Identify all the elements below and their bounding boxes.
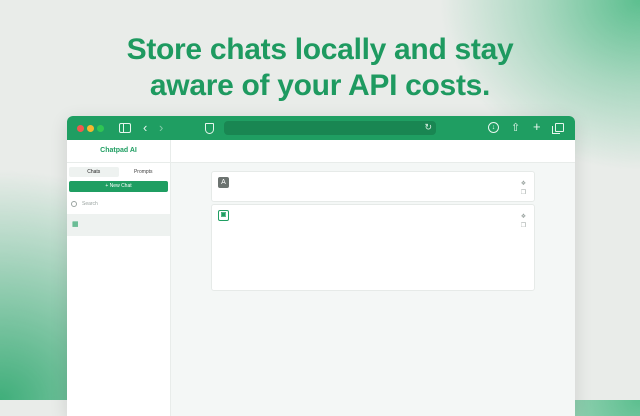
close-window-button[interactable] <box>77 125 84 132</box>
tag-icon[interactable]: ❖ <box>520 213 527 222</box>
new-tab-icon[interactable]: + <box>533 120 541 134</box>
shield-icon[interactable] <box>205 123 214 134</box>
headline-line-2: aware of your API costs. <box>149 69 491 102</box>
share-icon[interactable]: ⇧ <box>511 121 520 135</box>
address-bar[interactable]: ↻ <box>224 121 436 135</box>
plus-icon: + <box>105 183 109 189</box>
app-brand: Chatpad AI <box>67 140 170 163</box>
sidebar: Chatpad AI Chats Prompts + New Chat Sear… <box>67 140 171 416</box>
new-chat-label: New Chat <box>109 183 132 189</box>
copy-icon[interactable]: ❐ <box>520 222 527 231</box>
sidebar-tabs: Chats Prompts <box>69 167 168 177</box>
message-assistant: ▣ ❖ ❐ <box>211 204 535 291</box>
chat-main: A ❖ ❐ ▣ ❖ ❐ <box>171 140 575 416</box>
browser-toolbar: ‹ › ↻ ↓ ⇧ + <box>67 116 575 140</box>
copy-icon[interactable]: ❐ <box>520 189 527 198</box>
search-input[interactable]: Search <box>71 199 166 209</box>
search-icon <box>71 200 77 207</box>
message-actions: ❖ ❐ <box>520 180 527 198</box>
sidebar-icon[interactable] <box>119 123 131 133</box>
chat-list-item[interactable]: ▦ <box>67 214 170 236</box>
headline: Store chats locally and stay aware of yo… <box>0 32 640 104</box>
message-user: A ❖ ❐ <box>211 171 535 202</box>
chat-header <box>171 140 575 163</box>
tab-prompts[interactable]: Prompts <box>119 167 169 177</box>
assistant-logo-icon: ▣ <box>218 210 229 221</box>
tag-icon[interactable]: ❖ <box>520 180 527 189</box>
browser-window: ‹ › ↻ ↓ ⇧ + Chatpad AI Chats Prompts + N… <box>67 116 575 416</box>
minimize-window-button[interactable] <box>87 125 94 132</box>
back-icon[interactable]: ‹ <box>143 121 147 135</box>
download-icon[interactable]: ↓ <box>488 122 499 133</box>
tabs-icon[interactable] <box>552 123 564 134</box>
app-content: Chatpad AI Chats Prompts + New Chat Sear… <box>67 140 575 416</box>
tab-chats[interactable]: Chats <box>69 167 119 177</box>
chat-icon: ▦ <box>72 221 79 228</box>
message-actions: ❖ ❐ <box>520 213 527 231</box>
forward-icon[interactable]: › <box>159 121 163 135</box>
headline-line-1: Store chats locally and stay <box>126 33 514 66</box>
new-chat-button[interactable]: + New Chat <box>69 181 168 192</box>
zoom-window-button[interactable] <box>97 125 104 132</box>
search-placeholder: Search <box>82 201 98 207</box>
reload-icon[interactable]: ↻ <box>424 122 432 133</box>
user-avatar: A <box>218 177 229 188</box>
